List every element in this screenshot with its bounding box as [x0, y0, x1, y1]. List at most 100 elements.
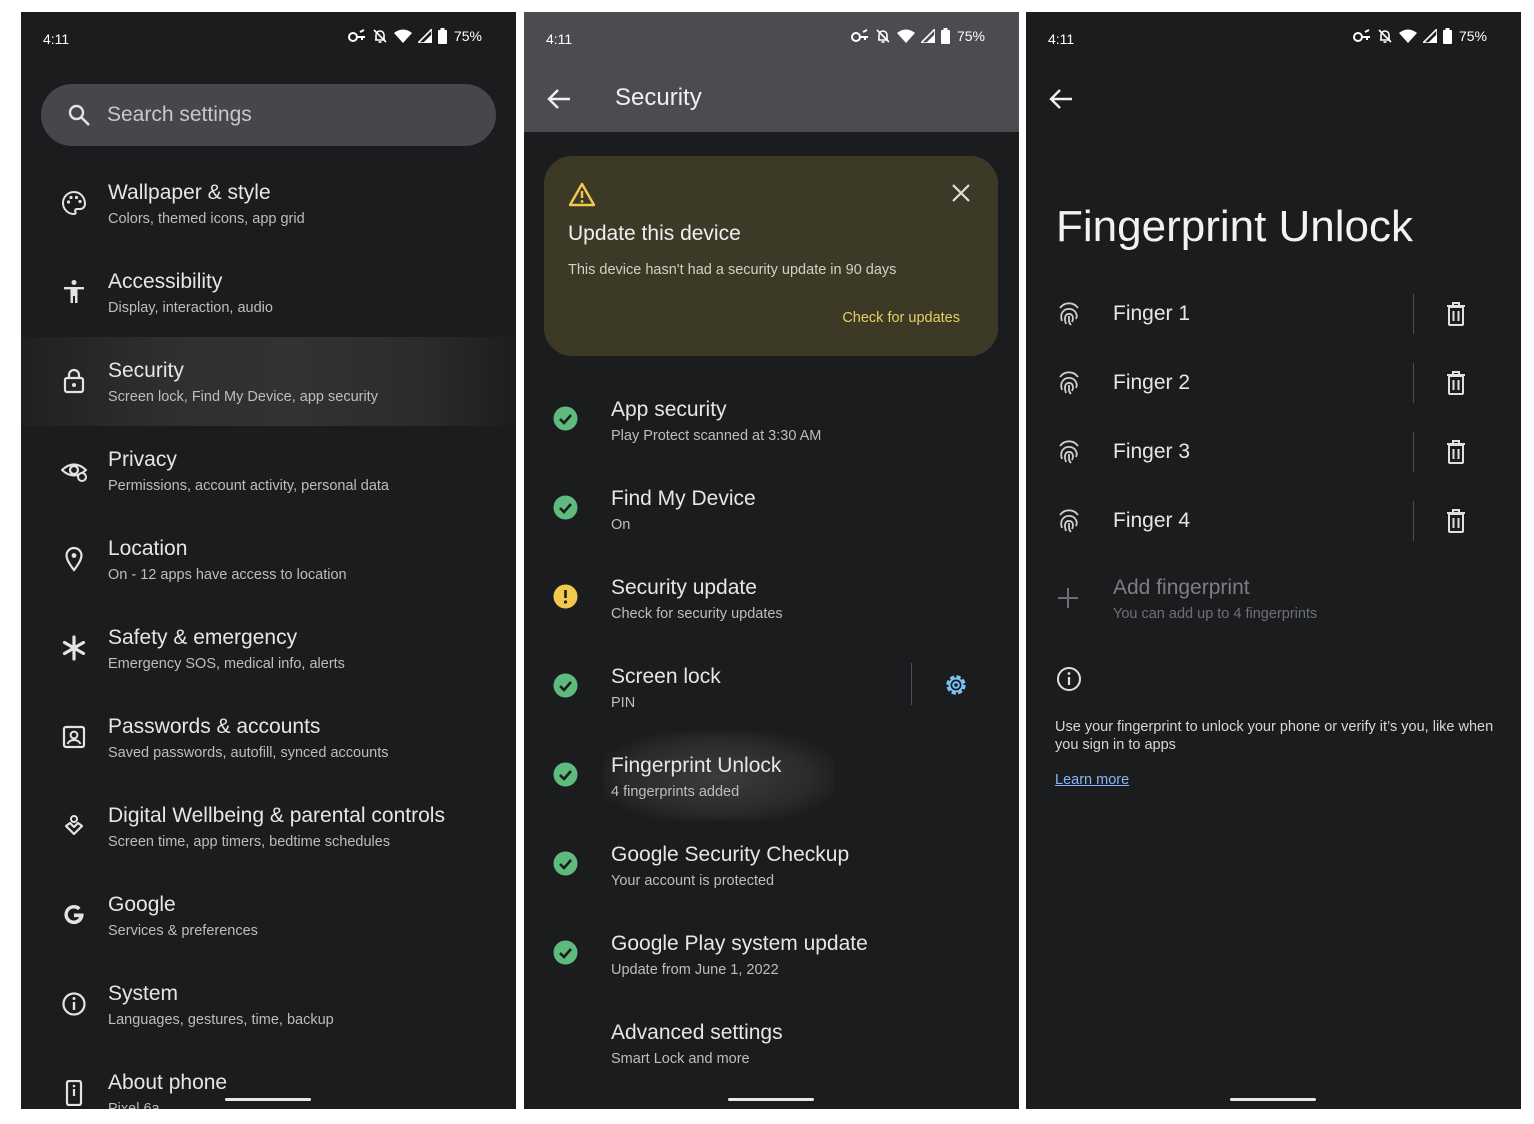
settings-item-google[interactable]: Google Services & preferences	[21, 871, 516, 960]
app-bar: 4:11 75% Security	[524, 12, 1019, 132]
delete-icon[interactable]	[1446, 509, 1466, 533]
security-item-title: Google Security Checkup	[611, 843, 850, 866]
settings-item-passwords[interactable]: Passwords & accounts Saved passwords, au…	[21, 693, 516, 782]
status-icons: 75%	[1352, 28, 1487, 44]
settings-item-subtitle: Languages, gestures, time, backup	[108, 1012, 334, 1028]
check-for-updates-button[interactable]: Check for updates	[842, 310, 960, 326]
settings-item-subtitle: Colors, themed icons, app grid	[108, 211, 305, 227]
page-title: Security	[615, 84, 702, 111]
security-item-security-update[interactable]: Security update Check for security updat…	[524, 554, 1019, 643]
fingerprint-item-3[interactable]: Finger 3	[1026, 418, 1521, 487]
status-bar: 4:11 75%	[21, 12, 516, 64]
battery-percent: 75%	[956, 28, 985, 44]
info-icon	[62, 992, 86, 1016]
security-item-title: App security	[611, 398, 727, 421]
settings-item-safety[interactable]: Safety & emergency Emergency SOS, medica…	[21, 604, 516, 693]
settings-item-subtitle: Services & preferences	[108, 923, 258, 939]
settings-item-subtitle: Saved passwords, autofill, synced accoun…	[108, 745, 389, 761]
settings-item-subtitle: Pixel 6a	[108, 1101, 160, 1109]
divider	[1413, 501, 1414, 541]
check-circle-icon	[553, 762, 578, 787]
wellbeing-icon	[64, 815, 84, 836]
settings-item-privacy[interactable]: Privacy Permissions, account activity, p…	[21, 426, 516, 515]
fingerprint-item-4[interactable]: Finger 4	[1026, 487, 1521, 556]
fingerprint-list: Finger 1 Finger 2 Finger 3 Finger 4	[1026, 280, 1521, 556]
status-time: 4:11	[546, 31, 573, 47]
security-item-fingerprint-unlock[interactable]: Fingerprint Unlock 4 fingerprints added	[524, 732, 1019, 821]
close-icon[interactable]	[952, 184, 970, 202]
battery-percent: 75%	[1458, 28, 1487, 44]
security-item-title: Fingerprint Unlock	[611, 754, 782, 777]
asterisk-icon	[62, 635, 86, 661]
google-g-icon	[64, 904, 84, 925]
add-fingerprint-title: Add fingerprint	[1113, 576, 1250, 599]
security-item-subtitle: 4 fingerprints added	[611, 784, 740, 800]
add-fingerprint-subtitle: You can add up to 4 fingerprints	[1113, 606, 1318, 622]
delete-icon[interactable]	[1446, 440, 1466, 464]
security-item-play-system-update[interactable]: Google Play system update Update from Ju…	[524, 910, 1019, 999]
security-item-title: Advanced settings	[611, 1021, 783, 1044]
back-arrow-icon[interactable]	[546, 86, 572, 112]
signal-icon	[1422, 29, 1437, 43]
signal-icon	[920, 29, 935, 43]
info-description: Use your fingerprint to unlock your phon…	[1055, 719, 1494, 753]
fingerprint-label: Finger 2	[1113, 371, 1191, 394]
fingerprint-icon	[1059, 509, 1079, 533]
status-bar: 4:11 75%	[1026, 12, 1521, 64]
security-item-subtitle: On	[611, 517, 631, 533]
alarm-off-icon	[876, 29, 890, 43]
battery-icon	[1442, 28, 1452, 44]
settings-item-title: Safety & emergency	[108, 626, 298, 649]
check-circle-icon	[553, 673, 578, 698]
security-item-find-my-device[interactable]: Find My Device On	[524, 465, 1019, 554]
search-input[interactable]	[107, 84, 467, 146]
nav-gesture-handle[interactable]	[728, 1098, 814, 1101]
security-item-subtitle: Smart Lock and more	[611, 1051, 750, 1067]
battery-percent: 75%	[453, 28, 482, 44]
fingerprint-label: Finger 1	[1113, 302, 1191, 325]
settings-item-title: Digital Wellbeing & parental controls	[108, 804, 445, 827]
settings-item-location[interactable]: Location On - 12 apps have access to loc…	[21, 515, 516, 604]
back-arrow-icon[interactable]	[1048, 86, 1074, 112]
settings-screen: 4:11 75% Wallpaper & style Colors, theme…	[21, 12, 516, 1109]
status-time: 4:11	[1048, 31, 1075, 47]
gear-icon[interactable]	[942, 671, 970, 699]
settings-item-accessibility[interactable]: Accessibility Display, interaction, audi…	[21, 248, 516, 337]
settings-item-title: Privacy	[108, 448, 177, 471]
settings-item-wallpaper[interactable]: Wallpaper & style Colors, themed icons, …	[21, 159, 516, 248]
fingerprint-item-1[interactable]: Finger 1	[1026, 280, 1521, 349]
security-list: App security Play Protect scanned at 3:3…	[524, 376, 1019, 1088]
security-item-google-security-checkup[interactable]: Google Security Checkup Your account is …	[524, 821, 1019, 910]
delete-icon[interactable]	[1446, 371, 1466, 395]
settings-item-title: Wallpaper & style	[108, 181, 271, 204]
security-item-app-security[interactable]: App security Play Protect scanned at 3:3…	[524, 376, 1019, 465]
security-item-screen-lock[interactable]: Screen lock PIN	[524, 643, 1019, 732]
check-circle-icon	[553, 851, 578, 876]
fingerprint-item-2[interactable]: Finger 2	[1026, 349, 1521, 418]
add-fingerprint-item[interactable]: Add fingerprint You can add up to 4 fing…	[1026, 560, 1521, 632]
learn-more-link[interactable]: Learn more	[1055, 772, 1129, 788]
settings-item-wellbeing[interactable]: Digital Wellbeing & parental controls Sc…	[21, 782, 516, 871]
settings-item-subtitle: Screen lock, Find My Device, app securit…	[108, 389, 378, 405]
settings-item-title: Accessibility	[108, 270, 223, 293]
search-bar[interactable]	[41, 84, 496, 146]
check-circle-icon	[553, 495, 578, 520]
security-item-title: Google Play system update	[611, 932, 868, 955]
account-box-icon	[62, 725, 86, 749]
settings-item-system[interactable]: System Languages, gestures, time, backup	[21, 960, 516, 1049]
warning-circle-icon	[553, 584, 578, 609]
security-item-subtitle: Check for security updates	[611, 606, 783, 622]
palette-icon	[62, 190, 87, 216]
delete-icon[interactable]	[1446, 302, 1466, 326]
nav-gesture-handle[interactable]	[1230, 1098, 1316, 1101]
fingerprint-icon	[1059, 302, 1079, 326]
settings-list: Wallpaper & style Colors, themed icons, …	[21, 159, 516, 1109]
settings-item-title: About phone	[108, 1071, 228, 1094]
security-item-advanced-settings[interactable]: Advanced settings Smart Lock and more	[524, 999, 1019, 1088]
search-icon	[68, 104, 90, 126]
settings-item-title: Location	[108, 537, 188, 560]
settings-item-subtitle: Emergency SOS, medical info, alerts	[108, 656, 345, 672]
settings-item-security[interactable]: Security Screen lock, Find My Device, ap…	[21, 337, 516, 426]
divider	[1413, 432, 1414, 472]
nav-gesture-handle[interactable]	[225, 1098, 311, 1101]
